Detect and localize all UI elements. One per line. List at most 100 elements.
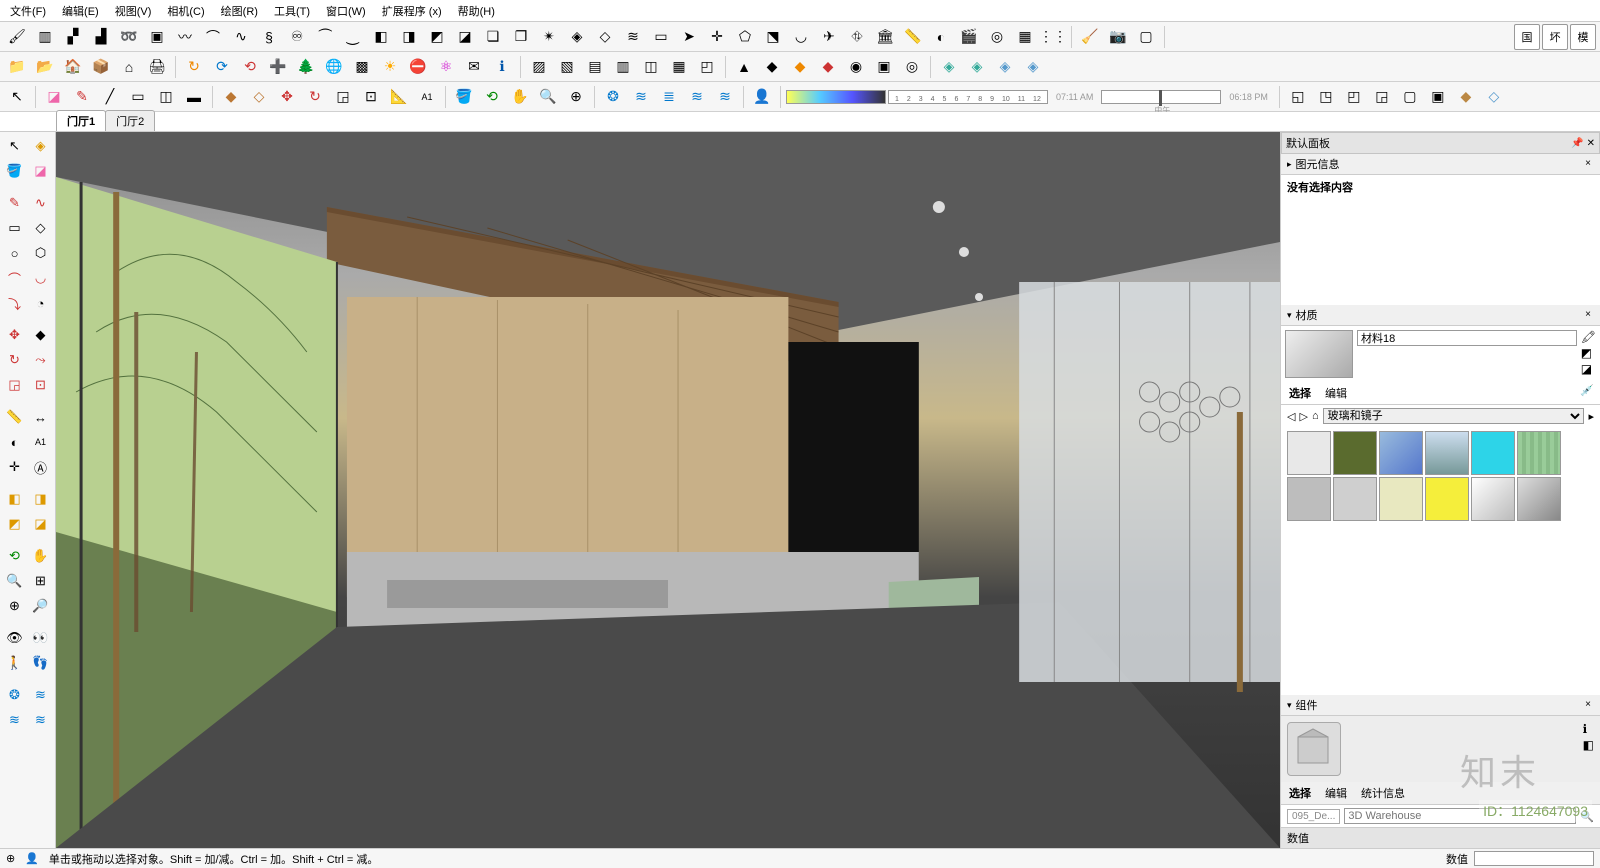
lt-pie-icon[interactable]: ◔ (28, 291, 53, 315)
tool-mail-icon[interactable]: ✉ (461, 54, 487, 80)
tool-tape-icon[interactable]: 📐 (386, 84, 412, 110)
tool-offset-icon[interactable]: ⊡ (358, 84, 384, 110)
tool-arcs-icon[interactable]: ⏜ (312, 24, 338, 50)
time-slider[interactable]: 中午 (1101, 90, 1221, 104)
style-btn-1[interactable]: 国 (1514, 24, 1540, 50)
tool-target-icon[interactable]: ◎ (984, 24, 1010, 50)
nav-home-icon[interactable]: ⌂ (1312, 410, 1319, 422)
scene-tab-2[interactable]: 门厅2 (105, 110, 155, 131)
material-swatch[interactable] (1379, 477, 1423, 521)
tool-doublecurve-icon[interactable]: § (256, 24, 282, 50)
tool-select-icon[interactable]: ↖ (4, 84, 30, 110)
tool-zoomextent-icon[interactable]: ⊕ (563, 84, 589, 110)
lt-pencil-icon[interactable]: ✎ (2, 191, 27, 215)
materials-tab-edit[interactable]: 编辑 (1323, 384, 1349, 402)
scene-tab-1[interactable]: 门厅1 (56, 110, 106, 131)
menu-file[interactable]: 文件(F) (6, 1, 50, 21)
tool-sun-icon[interactable]: ☀ (377, 54, 403, 80)
lt-rotate-icon[interactable]: ↻ (2, 348, 27, 372)
lt-section4-icon[interactable]: ◪ (28, 512, 53, 536)
lt-position-icon[interactable]: 👁 (2, 626, 27, 650)
tool-tex2-icon[interactable]: ◆ (759, 54, 785, 80)
tool-add-icon[interactable]: ➕ (265, 54, 291, 80)
tool-cube1-icon[interactable]: ◧ (368, 24, 394, 50)
material-swatch[interactable] (1287, 477, 1331, 521)
tool-clean-icon[interactable]: 🧹 (1077, 24, 1103, 50)
tool-block1-icon[interactable]: ▨ (526, 54, 552, 80)
tool-chart-icon[interactable]: ▟ (88, 24, 114, 50)
tool-render4-icon[interactable]: ◈ (1020, 54, 1046, 80)
tool-curve-icon[interactable]: ∿ (228, 24, 254, 50)
menu-extensions[interactable]: 扩展程序 (x) (378, 1, 446, 21)
tool-layer4-icon[interactable]: ≋ (684, 84, 710, 110)
tool-ruler-icon[interactable]: 📏 (900, 24, 926, 50)
menu-camera[interactable]: 相机(C) (163, 1, 208, 21)
component-sample[interactable]: 095_De... (1287, 809, 1340, 824)
view-iso-icon[interactable]: ◱ (1285, 84, 1311, 110)
sample-paint-icon[interactable]: 🖍 (1581, 330, 1596, 344)
tool-stack1-icon[interactable]: ❏ (480, 24, 506, 50)
tool-layer5-icon[interactable]: ≋ (712, 84, 738, 110)
tool-block7-icon[interactable]: ◰ (694, 54, 720, 80)
tool-block6-icon[interactable]: ▦ (666, 54, 692, 80)
tool-layer1-icon[interactable]: ❂ (600, 84, 626, 110)
nav-fwd-icon[interactable]: ▷ (1299, 410, 1307, 423)
tool-dots-icon[interactable]: ⋮⋮ (1040, 24, 1066, 50)
lt-poly-icon[interactable]: ⬡ (28, 241, 53, 265)
tool-orbit-icon[interactable]: ⟲ (479, 84, 505, 110)
month-ruler[interactable]: 123 456 789 101112 (888, 90, 1048, 104)
shadow-gradient[interactable] (786, 90, 886, 104)
tool-render1-icon[interactable]: ◈ (936, 54, 962, 80)
menu-edit[interactable]: 编辑(E) (58, 1, 103, 21)
components-header[interactable]: ▾ 组件 × (1281, 695, 1600, 716)
tool-render3-icon[interactable]: ◈ (992, 54, 1018, 80)
collapse-icon[interactable]: ▾ (1287, 310, 1292, 321)
view-left-icon[interactable]: ▣ (1425, 84, 1451, 110)
tool-home2-icon[interactable]: ⌂ (116, 54, 142, 80)
tool-diamond-icon[interactable]: ◈ (564, 24, 590, 50)
tool-compass-icon[interactable]: ✴ (536, 24, 562, 50)
tool-text-icon[interactable]: A1 (414, 84, 440, 110)
default-tray-header[interactable]: 默认面板 📌 ✕ (1281, 132, 1600, 154)
components-tab-edit[interactable]: 编辑 (1323, 784, 1349, 802)
tool-layer2-icon[interactable]: ≋ (628, 84, 654, 110)
tool-spiral-icon[interactable]: ➿ (116, 24, 142, 50)
tool-pencil-icon[interactable]: ✎ (69, 84, 95, 110)
tool-folder-icon[interactable]: 📁 (4, 54, 30, 80)
tool-pan-icon[interactable]: ✋ (507, 84, 533, 110)
tool-block5-icon[interactable]: ◫ (638, 54, 664, 80)
style-btn-2[interactable]: 坏 (1542, 24, 1568, 50)
lt-3dtext-icon[interactable]: Ⓐ (28, 455, 53, 479)
collapse-icon[interactable]: ▸ (1287, 159, 1292, 170)
view-top-icon[interactable]: ◳ (1313, 84, 1339, 110)
tool-tex4-icon[interactable]: ◆ (815, 54, 841, 80)
tool-cycle-blue-icon[interactable]: ⟳ (209, 54, 235, 80)
tool-info-icon[interactable]: ℹ (489, 54, 515, 80)
lt-move-icon[interactable]: ✥ (2, 323, 27, 347)
materials-tab-select[interactable]: 选择 (1287, 384, 1313, 402)
tool-tex1-icon[interactable]: ▲ (731, 54, 757, 80)
viewport-3d[interactable] (56, 132, 1280, 848)
material-swatch[interactable] (1517, 477, 1561, 521)
tool-tex6-icon[interactable]: ▣ (871, 54, 897, 80)
lt-prev-icon[interactable]: 🔎 (28, 594, 53, 618)
tool-block2-icon[interactable]: ▧ (554, 54, 580, 80)
tool-camera-icon[interactable]: 📷 (1105, 24, 1131, 50)
nav-back-icon[interactable]: ◁ (1287, 410, 1295, 423)
material-swatch[interactable] (1425, 431, 1469, 475)
tool-pushpull2-icon[interactable]: ◇ (246, 84, 272, 110)
lt-pan-icon[interactable]: ✋ (28, 544, 53, 568)
view-back-icon[interactable]: ▢ (1397, 84, 1423, 110)
lt-dim-icon[interactable]: ↔ (28, 405, 53, 429)
tool-paint2-icon[interactable]: 🪣 (451, 84, 477, 110)
lt-sandbox3-icon[interactable]: ≋ (2, 708, 27, 732)
tool-home-icon[interactable]: 🏠 (60, 54, 86, 80)
tool-paint-icon[interactable]: 🖌 (4, 24, 30, 50)
close-icon[interactable]: × (1582, 309, 1594, 321)
lt-followme-icon[interactable]: ⤳ (28, 348, 53, 372)
lt-rotrect-icon[interactable]: ◇ (28, 216, 53, 240)
tool-person-icon[interactable]: 👤 (749, 84, 775, 110)
lt-tape-icon[interactable]: 📏 (2, 405, 27, 429)
tool-scale-icon[interactable]: ◲ (330, 84, 356, 110)
tool-render2-icon[interactable]: ◈ (964, 54, 990, 80)
